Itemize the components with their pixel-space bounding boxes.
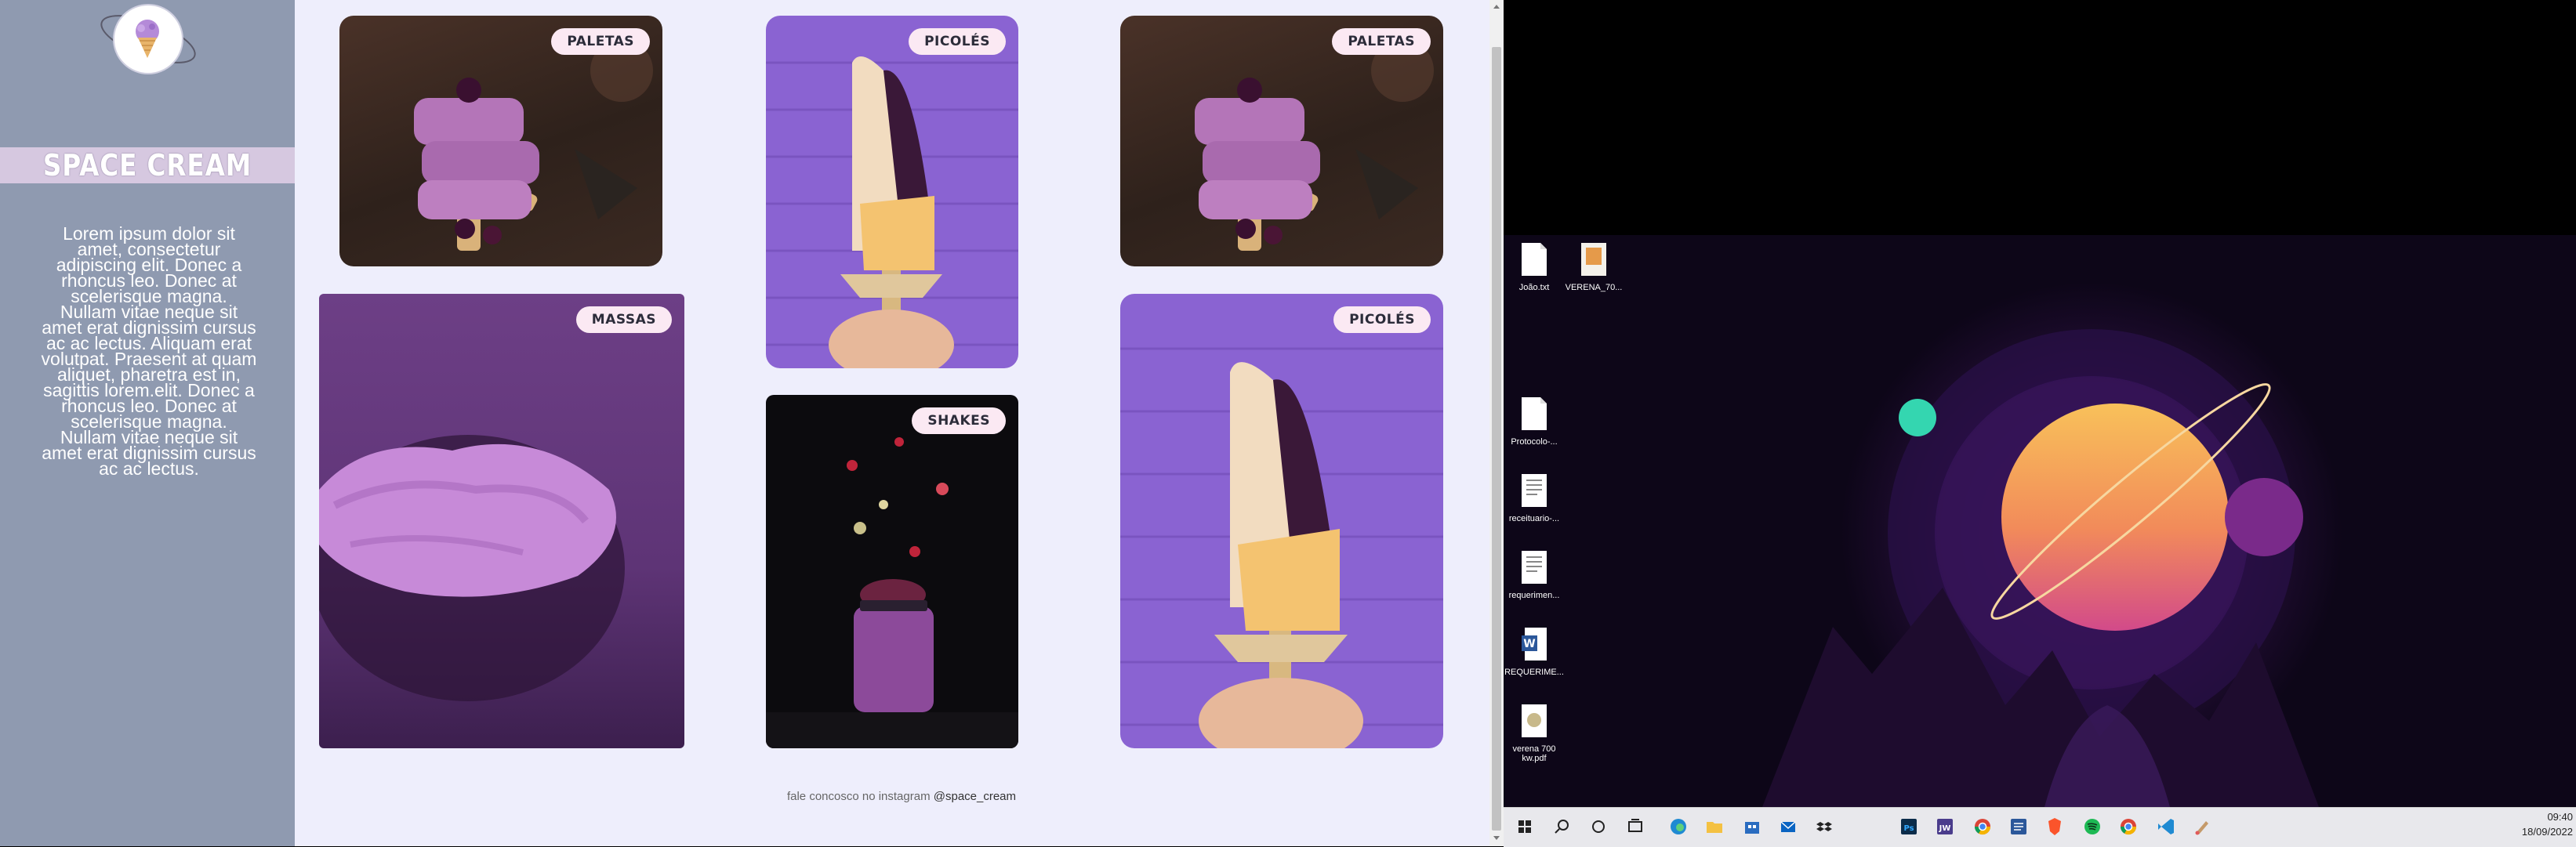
product-card-picoles[interactable]: PICOLÉS xyxy=(766,16,1018,368)
store-icon[interactable] xyxy=(1740,815,1764,838)
product-card-paletas[interactable]: PALETAS xyxy=(339,16,662,266)
desktop-file-icon[interactable]: W REQUERIME... xyxy=(1503,626,1566,677)
vscode-icon[interactable] xyxy=(2154,815,2178,838)
svg-text:Ps: Ps xyxy=(1903,824,1914,833)
image-file-icon xyxy=(1581,243,1606,276)
website-viewport: SPACE CREAM Lorem ipsum dolor sit amet, … xyxy=(0,0,1489,846)
category-badge: SHAKES xyxy=(912,407,1006,434)
pdf-file-icon xyxy=(1522,551,1547,584)
pdf-file-icon xyxy=(1522,474,1547,507)
category-badge: PICOLÉS xyxy=(909,28,1006,55)
mail-icon[interactable] xyxy=(1776,815,1800,838)
scroll-up-arrow-icon[interactable] xyxy=(1491,2,1502,13)
word-icon[interactable] xyxy=(2007,815,2030,838)
clock-time: 09:40 xyxy=(2547,811,2573,823)
spotify-icon[interactable] xyxy=(2081,815,2104,838)
desktop-icon-label: João.txt xyxy=(1518,283,1550,292)
space-cream-logo[interactable] xyxy=(97,0,199,78)
product-card-picoles[interactable]: PICOLÉS xyxy=(1120,294,1443,748)
paint-icon[interactable] xyxy=(2190,815,2214,838)
desktop-icon-label: Protocolo-... xyxy=(1511,437,1558,447)
svg-text:W: W xyxy=(1523,638,1535,650)
picoles-photo xyxy=(1120,347,1443,748)
instagram-link[interactable]: @space_cream xyxy=(934,790,1016,803)
system-clock[interactable]: 09:40 18/09/2022 xyxy=(2482,809,2573,839)
product-card-shakes[interactable]: SHAKES xyxy=(766,395,1018,748)
scroll-down-arrow-icon[interactable] xyxy=(1491,832,1502,843)
jw-icon[interactable]: JW xyxy=(1933,815,1957,838)
dropbox-icon[interactable] xyxy=(1812,815,1836,838)
desktop-file-icon[interactable]: receituario-... xyxy=(1503,472,1566,523)
search-icon[interactable] xyxy=(1550,815,1573,838)
taskbar xyxy=(1504,807,2576,847)
edge-icon[interactable] xyxy=(1667,815,1690,838)
task-view-icon[interactable] xyxy=(1624,815,1647,838)
footer: fale concosco no instagram @space_cream xyxy=(627,790,1176,803)
pdf-file-icon xyxy=(1522,704,1547,737)
footer-text: fale concosco no instagram xyxy=(786,790,931,803)
desktop-file-icon[interactable]: requerimen... xyxy=(1503,549,1566,600)
desktop-icon-label: verena 700 kw.pdf xyxy=(1512,744,1556,763)
desktop-file-icon[interactable]: Protocolo-... xyxy=(1503,396,1566,447)
category-badge: MASSAS xyxy=(575,306,672,333)
scrollbar-thumb[interactable] xyxy=(1492,47,1501,831)
brand-description: Lorem ipsum dolor sit amet, consectetur … xyxy=(41,223,257,479)
desktop-file-icon[interactable]: João.txt xyxy=(1503,241,1566,292)
category-badge: PALETAS xyxy=(551,28,650,55)
desktop-file-icon[interactable]: VERENA_70... xyxy=(1562,241,1625,292)
svg-text:JW: JW xyxy=(1939,824,1951,833)
photoshop-icon[interactable]: Ps xyxy=(1897,815,1921,838)
picoles-photo xyxy=(766,56,1018,368)
chrome-profile-icon[interactable] xyxy=(2117,815,2140,838)
shakes-photo xyxy=(766,437,1018,748)
document-file-icon xyxy=(1522,397,1547,430)
clock-date: 18/09/2022 xyxy=(2521,826,2573,838)
massas-photo xyxy=(319,435,625,701)
explorer-icon[interactable] xyxy=(1703,815,1726,838)
start-icon[interactable] xyxy=(1513,815,1537,838)
category-badge: PALETAS xyxy=(1332,28,1431,55)
space-wallpaper xyxy=(1504,235,2576,807)
product-card-massas[interactable]: MASSAS xyxy=(319,294,684,748)
brand-title: SPACE CREAM xyxy=(42,148,252,183)
desktop-icon-label: receituario-... xyxy=(1508,514,1560,523)
brave-icon[interactable] xyxy=(2043,815,2066,838)
desktop-icon-label: VERENA_70... xyxy=(1565,283,1623,292)
text-file-icon xyxy=(1522,243,1547,276)
desktop-file-icon[interactable]: verena 700 kw.pdf xyxy=(1503,703,1566,763)
word-document-icon: W xyxy=(1522,628,1547,661)
product-card-paletas[interactable]: PALETAS xyxy=(1120,16,1443,266)
desktop-icon-label: REQUERIME... xyxy=(1504,668,1564,677)
chrome-icon[interactable] xyxy=(1971,815,1994,838)
category-badge: PICOLÉS xyxy=(1333,306,1431,333)
desktop-icon-label: requerimen... xyxy=(1508,591,1560,600)
cortana-icon[interactable] xyxy=(1587,815,1610,838)
